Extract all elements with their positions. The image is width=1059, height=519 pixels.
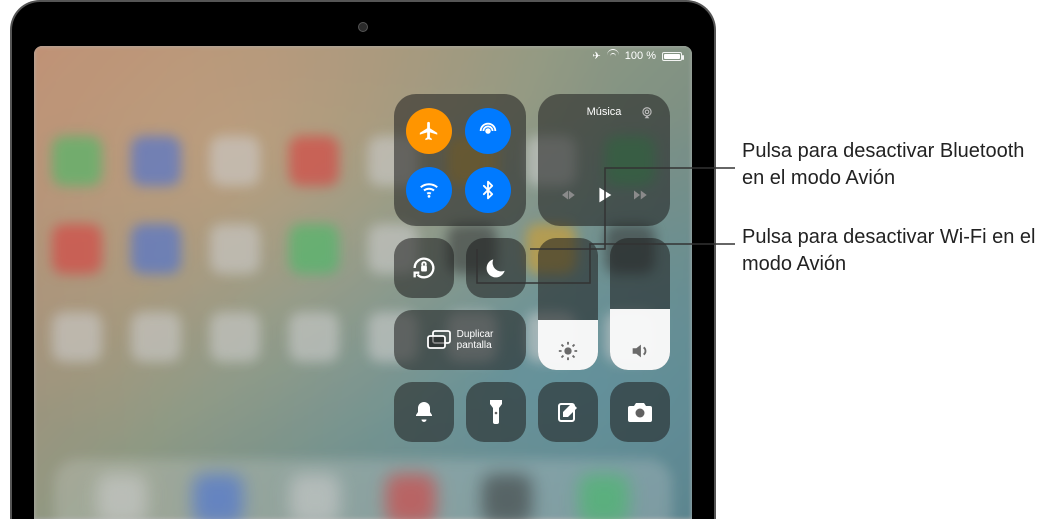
bluetooth-toggle[interactable] <box>465 167 511 213</box>
screen: ✈ 100 % <box>34 46 692 519</box>
airdrop-toggle[interactable] <box>465 108 511 154</box>
music-next-button[interactable] <box>631 186 649 204</box>
wifi-toggle[interactable] <box>406 167 452 213</box>
status-airplane-icon: ✈ <box>592 51 600 62</box>
flashlight-button[interactable] <box>466 382 526 442</box>
status-bar: ✈ 100 % <box>592 50 682 62</box>
airplane-mode-toggle[interactable] <box>406 108 452 154</box>
callout-wifi: Pulsa para desactivar Wi-Fi en el modo A… <box>742 224 1052 278</box>
front-camera <box>358 22 368 32</box>
brightness-icon <box>557 340 579 362</box>
screen-mirroring-button[interactable]: Duplicar pantalla <box>394 310 526 370</box>
do-not-disturb-toggle[interactable] <box>466 238 526 298</box>
camera-button[interactable] <box>610 382 670 442</box>
connectivity-group[interactable] <box>394 94 526 226</box>
brightness-slider[interactable] <box>538 238 598 370</box>
music-title: Música <box>587 106 622 118</box>
silent-mode-toggle[interactable] <box>394 382 454 442</box>
ipad-device-frame: ✈ 100 % <box>10 0 716 519</box>
wifi-icon <box>418 179 440 201</box>
status-battery-icon <box>662 52 682 61</box>
airplane-icon <box>418 120 440 142</box>
music-widget[interactable]: Música <box>538 94 670 226</box>
moon-icon <box>483 255 509 281</box>
notes-quicknote-button[interactable] <box>538 382 598 442</box>
callout-bluetooth: Pulsa para desactivar Bluetooth en el mo… <box>742 138 1052 192</box>
status-wifi-icon <box>607 51 619 61</box>
volume-icon <box>629 340 651 362</box>
bluetooth-icon <box>478 180 498 200</box>
screen-mirroring-label: Duplicar pantalla <box>457 329 494 351</box>
flashlight-icon <box>486 399 506 425</box>
music-play-button[interactable] <box>593 184 615 206</box>
airdrop-icon <box>477 120 499 142</box>
bell-icon <box>412 400 436 424</box>
screen-mirroring-icon <box>427 330 451 350</box>
airplay-icon[interactable] <box>640 106 654 120</box>
orientation-lock-icon <box>410 254 438 282</box>
music-prev-button[interactable] <box>559 186 577 204</box>
camera-icon <box>627 401 653 423</box>
orientation-lock-toggle[interactable] <box>394 238 454 298</box>
compose-icon <box>556 400 580 424</box>
status-battery-text: 100 % <box>625 50 656 62</box>
control-center: Música <box>394 94 674 442</box>
volume-slider[interactable] <box>610 238 670 370</box>
